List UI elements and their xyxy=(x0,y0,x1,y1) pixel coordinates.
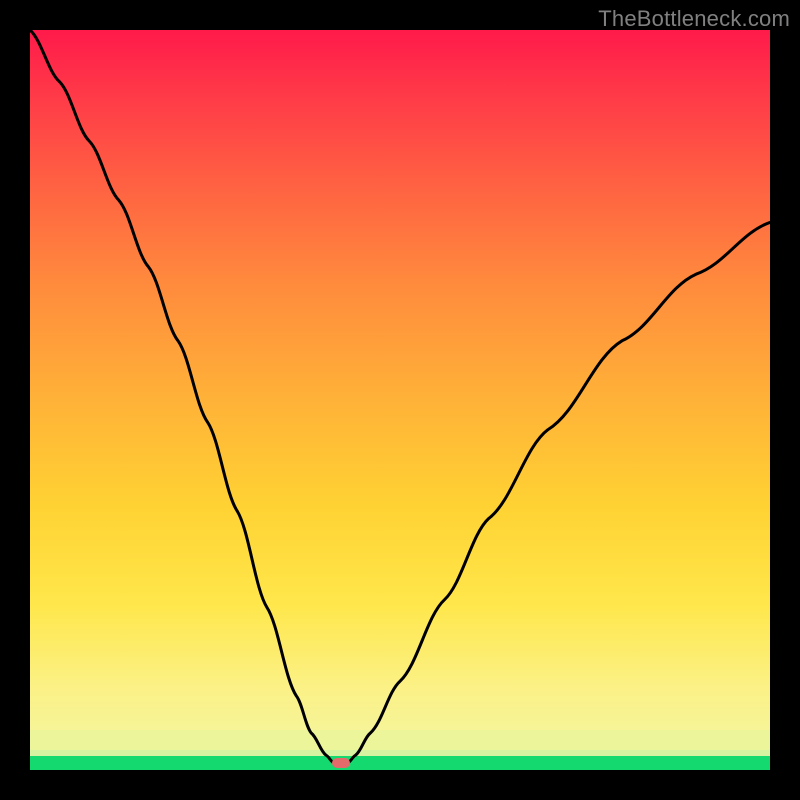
notch-marker xyxy=(332,758,350,768)
outer-frame: TheBottleneck.com xyxy=(0,0,800,800)
watermark-text: TheBottleneck.com xyxy=(598,6,790,32)
bottleneck-curve xyxy=(30,30,770,770)
